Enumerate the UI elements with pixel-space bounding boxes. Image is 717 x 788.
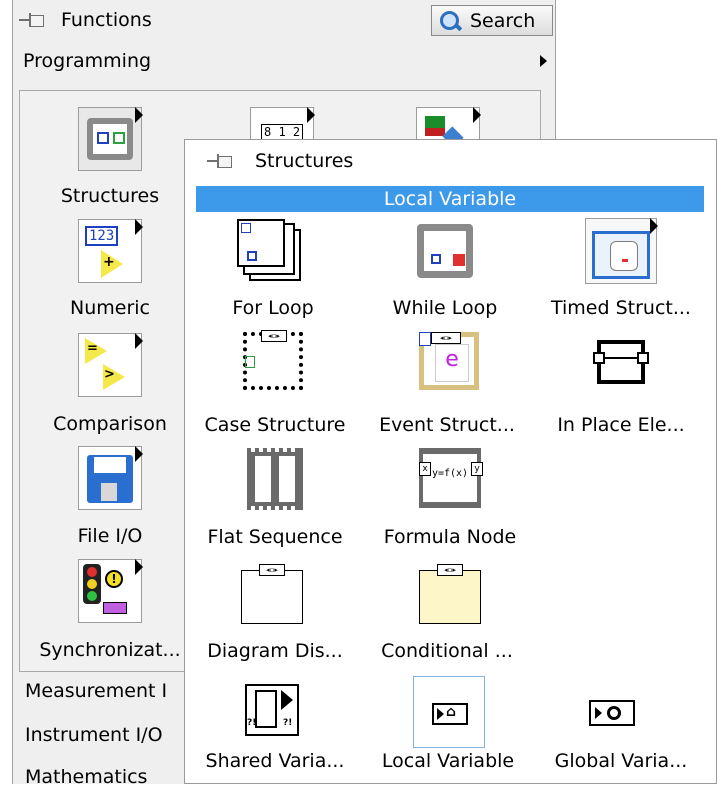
numeric-icon: 123 + (78, 219, 143, 283)
palette-item-label: Timed Struct... (551, 297, 691, 319)
comparison-icon: = > (78, 333, 143, 397)
subpalette-item-label: File I/O (77, 525, 143, 547)
local-variable-icon: ⌂ (413, 676, 485, 748)
structures-title: Structures (255, 150, 354, 172)
category-instrument-io[interactable]: Instrument I/O (25, 724, 163, 746)
expand-arrow-icon (540, 55, 547, 67)
in-place-element-icon (593, 336, 649, 388)
palette-item-label: Conditional ... (381, 640, 513, 662)
category-measurement-io[interactable]: Measurement I (25, 680, 167, 702)
subpalette-item-label: Numeric (70, 297, 150, 319)
functions-title: Functions (61, 9, 152, 31)
category-mathematics[interactable]: Mathematics (25, 766, 147, 788)
palette-item-label: Formula Node (383, 526, 517, 548)
palette-item-label: Diagram Dis... (207, 640, 343, 662)
palette-item-label: For Loop (232, 297, 314, 319)
category-programming[interactable]: Programming (13, 44, 555, 78)
palette-item-label: Case Structure (204, 414, 346, 436)
pin-icon[interactable] (207, 152, 233, 170)
shared-variable-icon: ?! ?! (243, 680, 303, 740)
palette-item-label: Flat Sequence (207, 526, 343, 548)
for-loop-icon (237, 219, 309, 283)
palette-item-label: Local Variable (381, 750, 515, 772)
synchronization-icon: ! (78, 559, 143, 623)
flat-sequence-icon (247, 448, 303, 512)
formula-node-icon: x y y=f(x) (419, 448, 483, 510)
structures-palette-window: Structures Local Variable For Loop While… (184, 139, 717, 784)
search-button-label: Search (470, 10, 536, 32)
subpalette-item-label: Comparison (53, 413, 167, 435)
diagram-disable-icon: ◂▫▸ (241, 564, 303, 624)
palette-item-label: Shared Varia... (205, 750, 345, 772)
structures-icon (78, 107, 143, 171)
while-loop-icon (417, 224, 477, 280)
global-variable-icon (589, 700, 635, 726)
search-button[interactable]: Search (431, 5, 553, 36)
timed-structure-icon (585, 218, 658, 284)
event-structure-icon: ◂▫▸ e (419, 332, 479, 392)
palette-item-label: Event Struct... (379, 414, 515, 436)
palette-item-label: In Place Ele... (557, 414, 685, 436)
conditional-disable-icon: ◂▫▸ (419, 564, 481, 624)
subpalette-item-label: Synchronizat... (39, 639, 181, 661)
subpalette-item-label: Structures (60, 185, 160, 207)
category-programming-label: Programming (23, 50, 152, 72)
case-structure-icon: ◂▫▸ (243, 330, 303, 392)
palette-item-label: Global Varia... (554, 750, 688, 772)
highlighted-item-banner: Local Variable (196, 186, 704, 212)
pin-icon[interactable] (19, 11, 45, 29)
file-io-icon (78, 446, 143, 510)
palette-item-label: While Loop (392, 297, 498, 319)
functions-title-bar: Functions Search (13, 0, 555, 40)
